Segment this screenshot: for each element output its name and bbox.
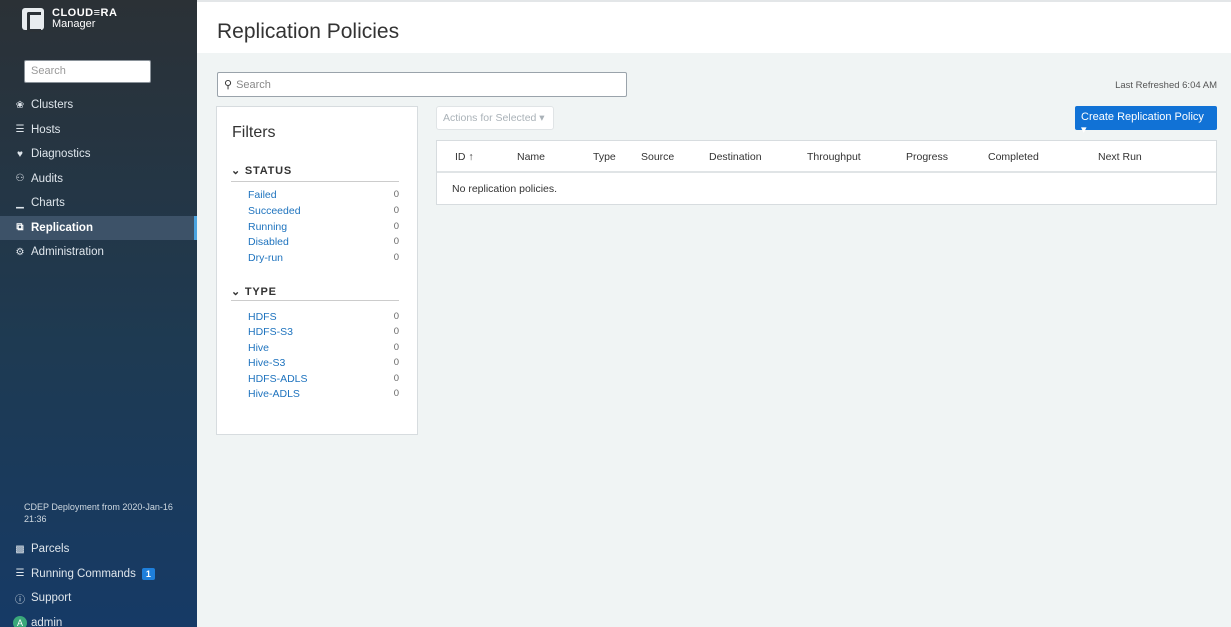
column-header-source[interactable]: Source (641, 151, 674, 163)
parcels-icon: ▩ (15, 543, 25, 555)
column-header-throughput[interactable]: Throughput (807, 151, 861, 163)
logo-product: Manager (52, 18, 96, 30)
support-icon: ⓘ (15, 594, 25, 606)
filter-item-dry-run[interactable]: Dry-run 0 (248, 250, 399, 266)
diagnostics-icon: ♥ (17, 148, 23, 160)
filter-group-status[interactable]: ⌄ STATUS (231, 164, 292, 177)
sidebar-search-input[interactable]: Search (24, 60, 151, 83)
divider (231, 300, 399, 301)
sidebar-item-label: Clusters (31, 99, 74, 112)
clusters-icon: ❀ (15, 99, 25, 111)
sidebar-item-label: Hosts (31, 123, 61, 136)
sidebar-item-label: Support (31, 592, 72, 605)
column-header-type[interactable]: Type (593, 151, 616, 163)
cloudera-logo-icon (22, 8, 44, 32)
filter-item-succeeded[interactable]: Succeeded 0 (248, 203, 399, 219)
search-icon: ⚲ (224, 79, 233, 91)
deployment-info: CDEP Deployment from 2020-Jan-16 21:36 (24, 502, 173, 524)
filters-title: Filters (232, 124, 276, 141)
column-header-progress[interactable]: Progress (906, 151, 948, 163)
table-header: ID ↑ Name Type Source Destination Throug… (437, 141, 1216, 173)
sidebar-item-label: Audits (31, 172, 63, 185)
divider (231, 181, 399, 182)
column-header-destination[interactable]: Destination (709, 151, 762, 163)
filter-item-disabled[interactable]: Disabled 0 (248, 234, 399, 250)
avatar: A (13, 615, 27, 627)
sidebar-item-label: Replication (31, 221, 93, 234)
page-header: Replication Policies (197, 0, 1231, 53)
audits-icon: ⚇ (15, 173, 25, 185)
sidebar-item-diagnostics[interactable]: ♥ Diagnostics (0, 142, 197, 167)
filter-item-hive[interactable]: Hive 0 (248, 340, 399, 356)
running-commands-icon: ☰ (15, 568, 25, 580)
replication-icon: ⧉ (16, 222, 24, 234)
sidebar-item-audits[interactable]: ⚇ Audits (0, 167, 197, 192)
actions-for-selected-button[interactable]: Actions for Selected ▾ (436, 106, 554, 130)
column-header-name[interactable]: Name (517, 151, 545, 163)
sidebar-item-label: Administration (31, 246, 104, 259)
sidebar: CLOUD≡RA Manager Search ❀ Clusters ☰ Hosts… (0, 0, 197, 627)
column-header-id[interactable]: ID ↑ (455, 151, 474, 163)
filter-item-running[interactable]: Running 0 (248, 219, 399, 235)
filter-group-type[interactable]: ⌄ TYPE (231, 285, 277, 298)
logo[interactable]: CLOUD≡RA Manager (22, 8, 117, 32)
filter-item-hive-adls[interactable]: Hive-ADLS 0 (248, 386, 399, 402)
sidebar-bottom-nav: ▩ Parcels ☰ Running Commands 1 ⓘ Support Aad… (0, 537, 197, 627)
empty-table-message: No replication policies. (452, 183, 558, 195)
charts-icon: ▁ (16, 197, 24, 209)
replication-table: ID ↑ Name Type Source Destination Throug… (436, 140, 1217, 205)
sidebar-item-replication[interactable]: ⧉ Replication (0, 215, 197, 240)
user-name: admin (31, 616, 63, 627)
sidebar-item-running-commands[interactable]: ☰ Running Commands 1 (0, 562, 197, 587)
hosts-icon: ☰ (15, 124, 25, 136)
sidebar-item-administration[interactable]: ⚙ Administration (0, 240, 197, 265)
sidebar-item-label: Running Commands (31, 567, 136, 580)
column-header-completed[interactable]: Completed (988, 151, 1039, 163)
sidebar-item-clusters[interactable]: ❀ Clusters (0, 93, 197, 118)
page-title: Replication Policies (217, 20, 400, 43)
last-refreshed: Last Refreshed 6:04 AM (1115, 80, 1217, 91)
filter-item-hdfs-s3[interactable]: HDFS-S3 0 (248, 324, 399, 340)
sidebar-item-user[interactable]: Aadmin (0, 611, 197, 627)
sidebar-item-label: Charts (31, 197, 65, 210)
chevron-down-icon: ⌄ (231, 286, 242, 298)
search-input[interactable]: ⚲ Search (217, 72, 627, 97)
sidebar-item-charts[interactable]: ▁ Charts (0, 191, 197, 216)
sidebar-item-label: Diagnostics (31, 148, 91, 161)
sidebar-nav: ❀ Clusters ☰ Hosts ♥ Diagnostics ⚇ Audits ▁ C… (0, 93, 197, 265)
sidebar-item-support[interactable]: ⓘ Support (0, 586, 197, 611)
create-replication-policy-button[interactable]: Create Replication Policy ▾ (1075, 106, 1217, 136)
chevron-down-icon: ⌄ (231, 165, 242, 177)
sidebar-item-label: Parcels (31, 543, 70, 556)
filter-item-hdfs-adls[interactable]: HDFS-ADLS 0 (248, 371, 399, 387)
administration-icon: ⚙ (15, 246, 25, 258)
filters-panel: Filters ⌄ STATUS Failed 0 Succeeded 0 Runn… (216, 106, 418, 435)
search-placeholder: Search (236, 78, 271, 91)
column-header-next-run[interactable]: Next Run (1098, 151, 1142, 163)
filter-item-hdfs[interactable]: HDFS 0 (248, 309, 399, 325)
sidebar-item-parcels[interactable]: ▩ Parcels (0, 537, 197, 562)
filter-item-hive-s3[interactable]: Hive-S3 0 (248, 355, 399, 371)
sidebar-item-hosts[interactable]: ☰ Hosts (0, 118, 197, 143)
filter-item-failed[interactable]: Failed 0 (248, 187, 399, 203)
running-commands-badge: 1 (141, 567, 155, 580)
